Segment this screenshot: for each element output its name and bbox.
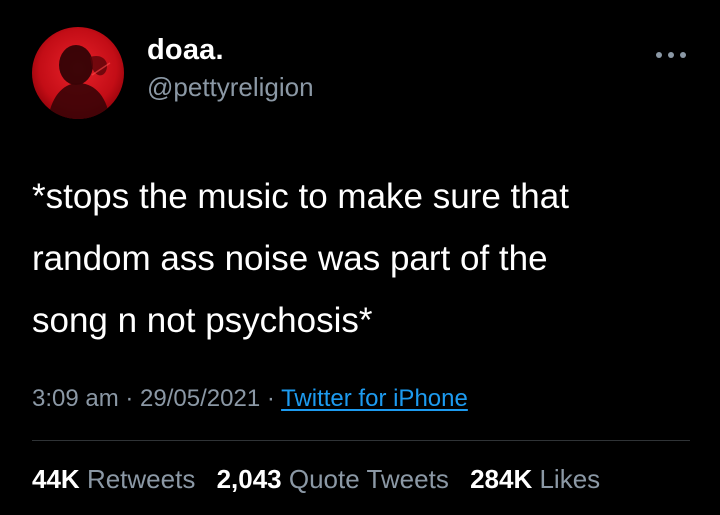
tweet: doaa. @pettyreligion *stops the music to… xyxy=(0,0,720,515)
retweets-count: 44K xyxy=(32,464,80,494)
tweet-source-link[interactable]: Twitter for iPhone xyxy=(281,385,468,412)
author-handle[interactable]: @pettyreligion xyxy=(147,72,314,103)
likes-stat[interactable]: 284K Likes xyxy=(470,464,600,494)
divider xyxy=(32,440,690,441)
quote-tweets-stat[interactable]: 2,043 Quote Tweets xyxy=(217,464,449,494)
quote-tweets-label: Quote Tweets xyxy=(288,464,449,494)
retweets-stat[interactable]: 44K Retweets xyxy=(32,464,195,494)
avatar[interactable] xyxy=(32,27,124,119)
likes-label: Likes xyxy=(539,464,601,494)
quote-tweets-count: 2,043 xyxy=(216,464,282,494)
meta-separator: · xyxy=(260,385,282,412)
retweets-label: Retweets xyxy=(86,464,196,494)
tweet-text: *stops the music to make sure that rando… xyxy=(32,177,569,340)
author-display-name[interactable]: doaa. xyxy=(147,34,224,67)
tweet-stats: 44K Retweets 2,043 Quote Tweets 284K Lik… xyxy=(32,464,600,495)
avatar-image xyxy=(32,27,124,119)
tweet-meta: 3:09 am · 29/05/2021 · Twitter for iPhon… xyxy=(32,385,468,413)
tweet-time: 3:09 am xyxy=(32,385,119,412)
more-horizontal-icon[interactable] xyxy=(654,47,688,58)
tweet-date: 29/05/2021 xyxy=(140,385,261,412)
meta-separator: · xyxy=(118,385,141,412)
likes-count: 284K xyxy=(470,464,533,494)
